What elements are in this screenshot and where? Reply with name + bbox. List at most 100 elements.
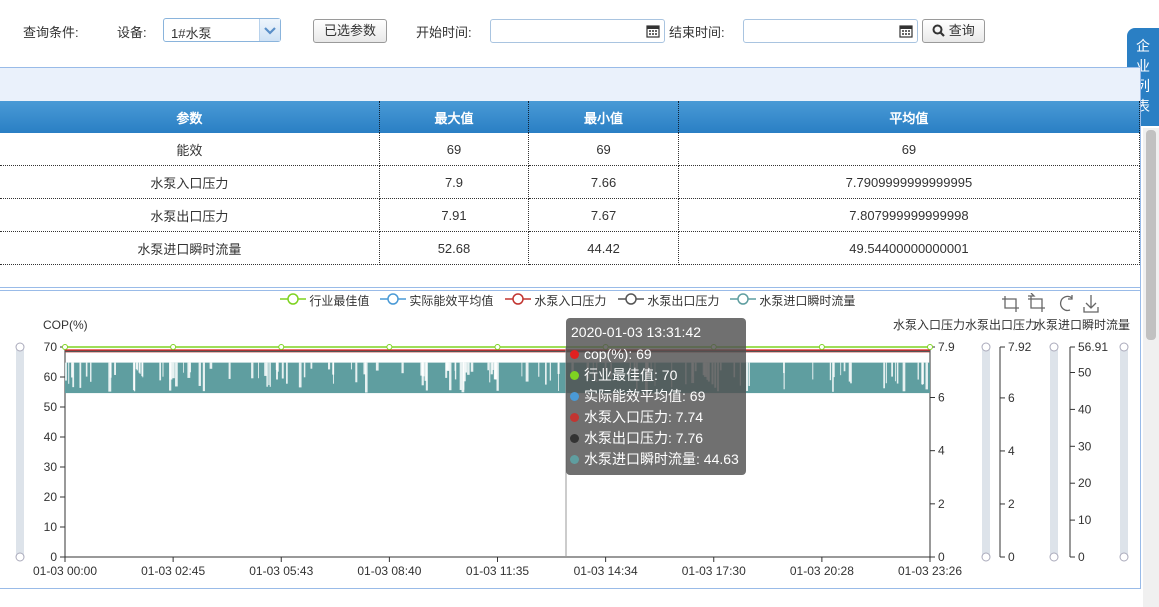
device-value: 1#水泵 — [171, 26, 212, 41]
table-row: 能效 69 69 69 — [0, 133, 1141, 166]
column-header: 最小值 — [528, 101, 679, 133]
legend-marker-icon — [280, 293, 306, 305]
series-gap — [885, 362, 887, 384]
series-gap — [489, 362, 491, 383]
series-gap — [277, 362, 279, 372]
selected-params-button[interactable]: 已选参数 — [313, 19, 387, 43]
table-cell: 7.67 — [528, 198, 679, 232]
scrollbar-thumb[interactable] — [1146, 130, 1156, 340]
column-header: 参数 — [0, 101, 380, 133]
series-gap — [332, 362, 334, 384]
legend-item[interactable]: 水泵进口瞬时流量 — [730, 292, 855, 309]
legend-marker-icon — [618, 293, 644, 305]
zoom-slider-handle — [1119, 342, 1129, 352]
series-gap — [258, 362, 259, 379]
vertical-scrollbar[interactable] — [1143, 128, 1159, 607]
series-gap — [183, 362, 185, 373]
tooltip-row: cop(%): 69 — [570, 344, 742, 365]
series-gap — [142, 362, 144, 378]
start-time-input[interactable] — [490, 19, 665, 43]
y-tick-label: 0 — [938, 550, 945, 564]
tooltip-row: 实际能效平均值: 69 — [570, 386, 742, 407]
series-gap — [85, 362, 88, 377]
search-button[interactable]: 查询 — [922, 19, 985, 43]
table-cell: 7.807999999999998 — [678, 198, 1141, 232]
legend-marker-icon — [730, 293, 756, 305]
end-time-input[interactable] — [743, 19, 918, 43]
series-gap — [525, 362, 529, 382]
series-gap — [189, 362, 191, 373]
table-cell: 7.9 — [379, 165, 530, 199]
series-gap — [454, 362, 457, 380]
legend-item[interactable]: 水泵入口压力 — [505, 292, 606, 309]
series-gap — [558, 362, 559, 391]
series-dot-icon — [570, 350, 579, 359]
panel-header — [0, 68, 1140, 101]
table-cell: 7.7909999999999995 — [678, 165, 1141, 199]
tooltip-label: 水泵入口压力: 7.74 — [584, 409, 704, 425]
table-cell: 44.42 — [528, 231, 679, 265]
chart-toolbox — [1002, 293, 1099, 313]
series-gap — [169, 362, 172, 391]
tooltip-row: 水泵出口压力: 7.76 — [570, 428, 742, 449]
y-tick-label: 30 — [1078, 439, 1092, 453]
device-select[interactable]: 1#水泵 — [163, 18, 281, 42]
series-gap — [310, 362, 313, 369]
zoom-reset-icon[interactable] — [1028, 293, 1045, 312]
table-cell: 能效 — [0, 133, 380, 166]
y-tick-label: 56.91 — [1078, 340, 1108, 354]
legend-item[interactable]: 实际能效平均值 — [380, 292, 493, 309]
calendar-icon[interactable] — [646, 24, 660, 41]
series-gap — [355, 362, 358, 383]
series-gap — [545, 362, 547, 385]
series-point — [386, 344, 393, 350]
tooltip-label: 水泵出口压力: 7.76 — [584, 430, 704, 446]
series-gap — [748, 362, 750, 386]
series-gap — [896, 362, 899, 384]
series-gap — [269, 362, 271, 387]
series-gap — [198, 362, 201, 386]
stats-table: 参数 最大值 最小值 平均值 能效 69 69 69 水泵入口压力 7.9 7.… — [0, 101, 1141, 265]
series-gap — [209, 362, 213, 369]
y-tick-label: 7.9 — [938, 340, 955, 354]
series-gap — [746, 362, 749, 392]
series-point — [818, 344, 825, 350]
series-gap — [327, 362, 331, 370]
zoom-icon[interactable] — [1002, 296, 1019, 312]
y-tick-label: 20 — [1078, 476, 1092, 490]
y-tick-label: 7.92 — [1008, 340, 1032, 354]
series-gap — [521, 362, 523, 377]
y-tick-label: 40 — [1078, 402, 1092, 416]
zoom-slider-handle — [981, 342, 991, 352]
series-gap — [281, 362, 284, 379]
legend-item[interactable]: 行业最佳值 — [280, 292, 369, 309]
table-cell: 7.91 — [379, 198, 530, 232]
calendar-icon[interactable] — [899, 24, 913, 41]
series-gap — [364, 362, 368, 393]
series-point — [62, 344, 68, 350]
series-gap — [228, 362, 231, 379]
y-axis-title: COP(%) — [43, 318, 88, 332]
y-axis-title: 水泵入口压力 — [893, 318, 965, 332]
y-tick-label: 2 — [1008, 497, 1015, 511]
restore-icon[interactable] — [1059, 295, 1073, 312]
zoom-slider-track — [16, 345, 24, 559]
table-row: 水泵入口压力 7.9 7.66 7.7909999999999995 — [0, 165, 1141, 199]
download-icon[interactable] — [1083, 295, 1099, 313]
y-tick-label: 6 — [938, 391, 945, 405]
series-gap — [549, 362, 551, 381]
series-point — [170, 344, 177, 350]
x-tick-label: 01-03 14:34 — [574, 564, 638, 578]
x-tick-label: 01-03 23:26 — [898, 564, 962, 578]
table-cell: 水泵进口瞬时流量 — [0, 231, 380, 265]
series-gap — [812, 362, 814, 380]
series-dot-icon — [570, 392, 579, 401]
series-gap — [375, 362, 379, 371]
x-tick-label: 01-03 11:35 — [466, 564, 529, 578]
series-gap — [494, 362, 497, 380]
series-gap — [286, 362, 288, 384]
chevron-down-icon[interactable] — [259, 19, 280, 41]
table-cell: 52.68 — [379, 231, 530, 265]
legend-item[interactable]: 水泵出口压力 — [618, 292, 719, 309]
zoom-slider-handle — [1119, 552, 1129, 562]
